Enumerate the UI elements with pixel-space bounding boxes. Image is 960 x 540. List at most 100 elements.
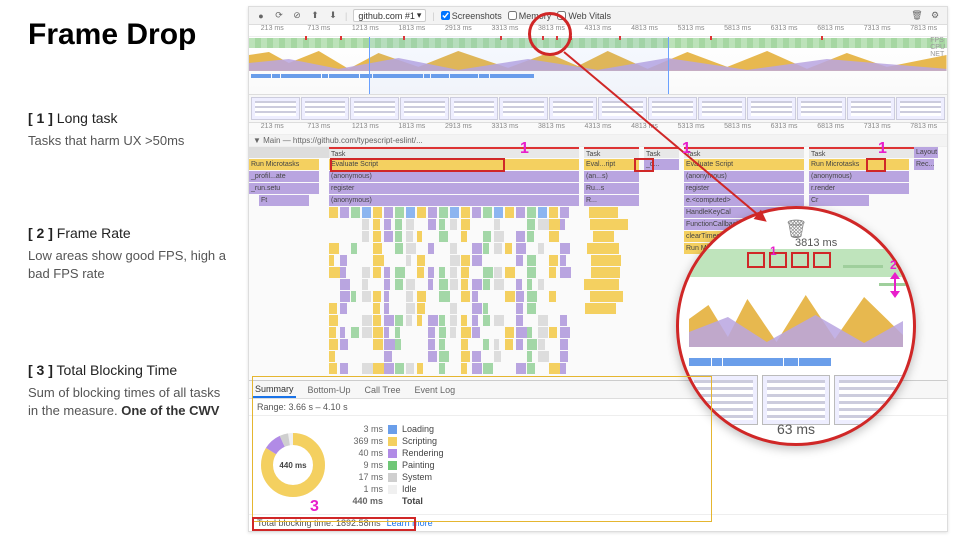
- flame-bar[interactable]: [395, 327, 400, 338]
- flame-bar[interactable]: [406, 303, 415, 314]
- flame-bar[interactable]: [395, 231, 402, 242]
- flame-bar[interactable]: [516, 243, 526, 254]
- flame-bar[interactable]: [340, 255, 347, 266]
- flame-bar[interactable]: [483, 279, 490, 290]
- flame-bar[interactable]: [384, 339, 395, 350]
- flame-bar[interactable]: [483, 339, 489, 350]
- screenshot-thumb[interactable]: [251, 97, 300, 120]
- flame-bar[interactable]: [329, 351, 335, 362]
- flame-bar[interactable]: [494, 339, 499, 350]
- flame-bar[interactable]: [362, 363, 373, 374]
- flame-bar[interactable]: [461, 255, 470, 266]
- flame-bar[interactable]: [362, 315, 372, 326]
- flame-bar[interactable]: register: [684, 183, 804, 194]
- flame-bar[interactable]: [362, 231, 369, 242]
- flame-bar[interactable]: [384, 279, 390, 290]
- flame-bar[interactable]: [527, 339, 537, 350]
- flame-bar[interactable]: [406, 363, 414, 374]
- flame-bar[interactable]: [417, 207, 426, 218]
- flame-bar[interactable]: [373, 315, 381, 326]
- flame-bar[interactable]: [439, 207, 448, 218]
- flame-bar[interactable]: Run Microtasks: [249, 159, 319, 170]
- flame-bar[interactable]: [340, 291, 350, 302]
- flame-bar[interactable]: [351, 207, 360, 218]
- flame-bar[interactable]: [505, 243, 512, 254]
- flame-bar[interactable]: [483, 315, 490, 326]
- flame-bar[interactable]: [483, 207, 492, 218]
- flame-bar[interactable]: [527, 255, 536, 266]
- flame-bar[interactable]: [494, 219, 500, 230]
- flame-bar[interactable]: [428, 327, 435, 338]
- flame-bar[interactable]: [362, 267, 370, 278]
- flame-bar[interactable]: [590, 291, 623, 302]
- flame-bar[interactable]: [560, 255, 566, 266]
- flame-bar[interactable]: [527, 279, 532, 290]
- flame-bar[interactable]: [428, 315, 438, 326]
- flame-bar[interactable]: [362, 219, 369, 230]
- flame-bar[interactable]: [527, 231, 534, 242]
- tab-summary[interactable]: Summary: [253, 382, 296, 398]
- tab-eventlog[interactable]: Event Log: [413, 383, 458, 397]
- flame-bar[interactable]: [340, 339, 348, 350]
- flame-bar[interactable]: [384, 207, 393, 218]
- flame-bar[interactable]: [450, 315, 457, 326]
- flame-bar[interactable]: [494, 279, 504, 290]
- flame-bar[interactable]: [384, 351, 392, 362]
- flame-bar[interactable]: [384, 315, 394, 326]
- flame-bar[interactable]: [329, 243, 339, 254]
- screenshot-thumb[interactable]: [648, 97, 697, 120]
- flame-bar[interactable]: [516, 363, 526, 374]
- flame-bar[interactable]: [373, 255, 384, 266]
- flame-bar[interactable]: [461, 339, 468, 350]
- flame-bar[interactable]: [560, 207, 569, 218]
- memory-checkbox[interactable]: Memory: [508, 11, 552, 21]
- flame-bar[interactable]: [395, 363, 404, 374]
- flame-bar[interactable]: [340, 207, 349, 218]
- flame-bar[interactable]: [428, 339, 435, 350]
- flame-bar[interactable]: [589, 207, 618, 218]
- flame-bar[interactable]: [516, 315, 523, 326]
- flame-bar[interactable]: [527, 291, 537, 302]
- flame-bar[interactable]: [406, 207, 415, 218]
- flame-bar[interactable]: [417, 255, 425, 266]
- flame-bar[interactable]: (an...s): [584, 171, 639, 182]
- flame-bar[interactable]: [472, 255, 482, 266]
- gear-icon[interactable]: ⚙: [929, 10, 941, 22]
- flame-bar[interactable]: [362, 279, 368, 290]
- flame-bar[interactable]: [384, 363, 394, 374]
- flame-bar[interactable]: [549, 363, 560, 374]
- flame-bar[interactable]: [549, 207, 558, 218]
- flame-bar[interactable]: [340, 267, 346, 278]
- flame-bar[interactable]: [494, 243, 502, 254]
- flame-bar[interactable]: Evaluate Script: [329, 159, 579, 170]
- flame-bar[interactable]: [406, 315, 412, 326]
- flame-bar[interactable]: [516, 279, 522, 290]
- flame-bar[interactable]: [428, 219, 436, 230]
- flame-bar[interactable]: [351, 243, 357, 254]
- flame-bar[interactable]: [450, 303, 457, 314]
- flame-bar[interactable]: [373, 231, 381, 242]
- flame-bar[interactable]: [384, 327, 389, 338]
- flame-bar[interactable]: [362, 327, 372, 338]
- flame-bar[interactable]: [340, 279, 350, 290]
- flame-bar[interactable]: [373, 291, 381, 302]
- flame-bar[interactable]: [538, 207, 547, 218]
- flame-bar[interactable]: [395, 315, 403, 326]
- flame-bar[interactable]: [428, 351, 437, 362]
- flame-bar[interactable]: [373, 243, 382, 254]
- flame-bar[interactable]: [428, 279, 433, 290]
- flame-bar[interactable]: [505, 291, 515, 302]
- flame-bar[interactable]: [560, 267, 571, 278]
- flame-bar[interactable]: [428, 267, 434, 278]
- flame-bar[interactable]: [373, 207, 382, 218]
- screenshot-thumb[interactable]: [698, 97, 747, 120]
- flame-bar[interactable]: [329, 207, 338, 218]
- flame-bar[interactable]: [395, 207, 404, 218]
- flame-bar[interactable]: [373, 267, 381, 278]
- screenshot-thumb[interactable]: [301, 97, 350, 120]
- flame-bar[interactable]: [362, 207, 371, 218]
- flame-bar[interactable]: [384, 231, 393, 242]
- flame-bar[interactable]: Task: [809, 147, 929, 158]
- tab-bottomup[interactable]: Bottom-Up: [306, 383, 353, 397]
- flame-bar[interactable]: [472, 291, 478, 302]
